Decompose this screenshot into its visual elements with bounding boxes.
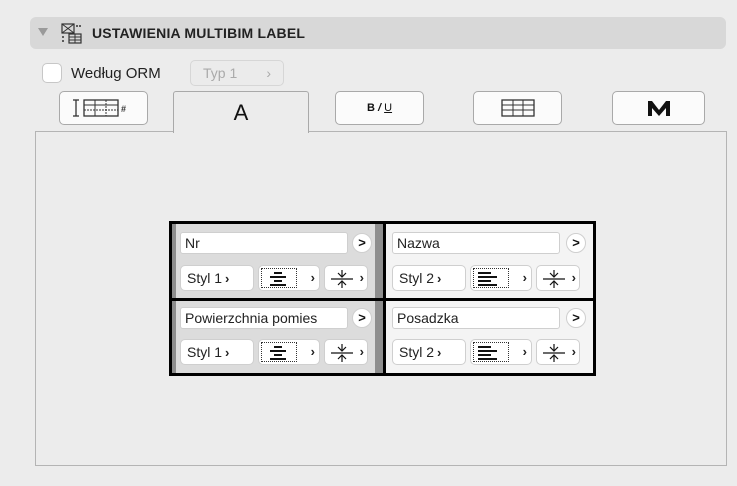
grid-tab[interactable] xyxy=(473,91,562,125)
panel-title: USTAWIENIA MULTIBIM LABEL xyxy=(92,25,306,41)
grid-cell-posadzka: Posadzka > Styl 2 › › › xyxy=(386,301,593,373)
grid-cell-powierzchnia: Powierzchnia pomies > Styl 1 › › › xyxy=(172,301,383,373)
field-input[interactable]: Powierzchnia pomies xyxy=(180,307,348,329)
style-button[interactable]: Styl 2 › xyxy=(392,265,466,291)
vertical-center-icon xyxy=(543,270,565,288)
align-left-button[interactable]: › xyxy=(470,265,532,291)
chevron-right-icon[interactable]: > xyxy=(352,308,372,328)
grid-cell-nr: Nr > Styl 1 › › › xyxy=(172,224,383,298)
vertical-center-icon xyxy=(543,344,565,362)
chevron-right-icon[interactable]: > xyxy=(566,308,586,328)
grid-cell-nazwa: Nazwa > Styl 2 › › › xyxy=(386,224,593,298)
type-dropdown[interactable]: Typ 1 › xyxy=(190,60,284,86)
font-style-label: B / U xyxy=(366,102,393,114)
by-orm-label: Według ORM xyxy=(71,64,161,82)
type-value: Typ 1 xyxy=(203,65,238,81)
style-button[interactable]: Styl 1 › xyxy=(180,339,254,365)
vertical-center-icon xyxy=(331,344,353,362)
vertical-align-button[interactable]: › xyxy=(324,339,368,365)
chevron-right-icon: › xyxy=(266,65,271,81)
text-tab-label: A xyxy=(233,99,249,125)
font-style-tab[interactable]: B / U xyxy=(335,91,424,125)
align-left-icon xyxy=(478,272,497,286)
panel-header[interactable]: USTAWIENIA MULTIBIM LABEL xyxy=(30,17,726,49)
chevron-right-icon[interactable]: > xyxy=(566,233,586,253)
align-center-icon xyxy=(270,346,286,360)
svg-text:#: # xyxy=(121,104,126,114)
table-hash-tab[interactable]: # xyxy=(59,91,148,125)
field-input[interactable]: Posadzka xyxy=(392,307,560,329)
align-center-button[interactable]: › xyxy=(258,265,320,291)
grid-divider-horizontal xyxy=(172,298,593,301)
style-button[interactable]: Styl 2 › xyxy=(392,339,466,365)
vertical-align-button[interactable]: › xyxy=(324,265,368,291)
label-settings-icon xyxy=(61,23,82,44)
vertical-align-button[interactable]: › xyxy=(536,265,580,291)
vertical-align-button[interactable]: › xyxy=(536,339,580,365)
by-orm-row[interactable]: Według ORM xyxy=(42,60,161,86)
multibim-tab[interactable] xyxy=(612,91,705,125)
table-hash-icon: # xyxy=(72,99,126,117)
align-left-button[interactable]: › xyxy=(470,339,532,365)
align-center-button[interactable]: › xyxy=(258,339,320,365)
label-grid-preview: Nr > Styl 1 › › › Nazwa > Styl 2 › › › P… xyxy=(169,221,596,376)
grid-icon xyxy=(500,99,535,117)
by-orm-checkbox[interactable] xyxy=(42,63,62,83)
text-tab[interactable]: A xyxy=(173,91,309,133)
chevron-right-icon[interactable]: > xyxy=(352,233,372,253)
field-input[interactable]: Nr xyxy=(180,232,348,254)
triangle-down-icon[interactable] xyxy=(38,28,48,36)
vertical-center-icon xyxy=(331,270,353,288)
align-left-icon xyxy=(478,346,497,360)
multibim-logo-icon xyxy=(647,101,670,116)
style-button[interactable]: Styl 1 › xyxy=(180,265,254,291)
field-input[interactable]: Nazwa xyxy=(392,232,560,254)
align-center-icon xyxy=(270,272,286,286)
